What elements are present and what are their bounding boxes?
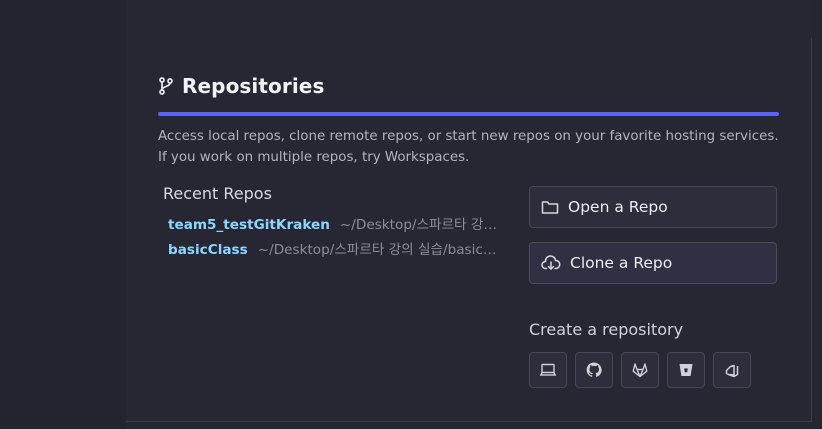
create-github-repo-button[interactable] xyxy=(575,352,613,388)
open-repo-label: Open a Repo xyxy=(568,198,668,216)
open-repo-button[interactable]: Open a Repo xyxy=(529,186,777,228)
repo-path: ~/Desktop/스파르타 강의 실습/basicClass xyxy=(257,242,503,258)
git-branch-icon xyxy=(158,77,174,95)
recent-repo-item[interactable]: team5_testGitKraken ~/Desktop/스파르타 강의 실습… xyxy=(168,213,503,238)
create-repository-services xyxy=(529,352,751,388)
azure-devops-icon xyxy=(724,362,740,378)
cloud-download-icon xyxy=(541,255,561,271)
create-gitlab-repo-button[interactable] xyxy=(621,352,659,388)
create-bitbucket-repo-button[interactable] xyxy=(667,352,705,388)
gitlab-icon xyxy=(632,362,648,378)
create-azure-devops-repo-button[interactable] xyxy=(713,352,751,388)
folder-icon xyxy=(541,199,559,215)
clone-repo-label: Clone a Repo xyxy=(570,254,673,272)
accent-bar xyxy=(158,112,779,116)
bitbucket-icon xyxy=(678,362,694,378)
repo-name: basicClass xyxy=(168,242,248,258)
create-repository-title: Create a repository xyxy=(529,320,684,339)
repo-path: ~/Desktop/스파르타 강의 실습/team5_testGitKraken xyxy=(339,217,503,233)
left-panel xyxy=(0,0,126,429)
laptop-icon xyxy=(539,363,557,377)
panel-bottom-border xyxy=(126,421,812,422)
create-local-repo-button[interactable] xyxy=(529,352,567,388)
recent-repos-title: Recent Repos xyxy=(163,184,272,203)
clone-repo-button[interactable]: Clone a Repo xyxy=(529,242,777,284)
recent-repos-list: team5_testGitKraken ~/Desktop/스파르타 강의 실습… xyxy=(168,213,503,263)
github-icon xyxy=(586,362,602,378)
panel-divider xyxy=(811,38,812,422)
repo-name: team5_testGitKraken xyxy=(168,217,330,233)
repositories-header: Repositories xyxy=(158,74,324,98)
page-title: Repositories xyxy=(182,74,325,98)
repositories-description: Access local repos, clone remote repos, … xyxy=(158,129,779,165)
recent-repo-item[interactable]: basicClass ~/Desktop/스파르타 강의 실습/basicCla… xyxy=(168,238,503,263)
